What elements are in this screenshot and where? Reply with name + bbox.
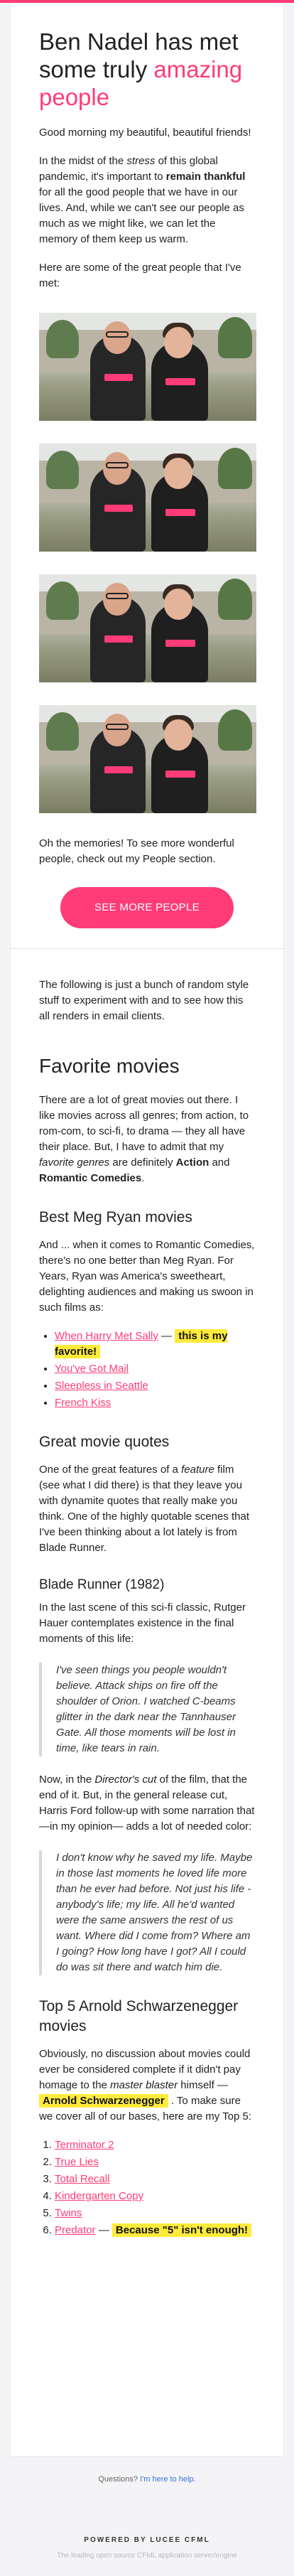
powered-by: POWERED BY LUCEE CFML xyxy=(84,2536,210,2544)
quotes-paragraph: One of the great features of a feature f… xyxy=(39,1464,250,1554)
movie-link[interactable]: True Lies xyxy=(55,2156,99,2168)
outro-paragraph: Oh the memories! To see more wonderful p… xyxy=(39,837,234,865)
list-item: Twins xyxy=(55,2206,255,2221)
list-item: True Lies xyxy=(55,2154,255,2170)
movie-link[interactable]: Sleepless in Seattle xyxy=(55,1380,148,1392)
list-item: You've Got Mail xyxy=(55,1361,255,1377)
help-footer: Questions? I'm here to help. xyxy=(98,2475,196,2484)
movies-paragraph: There are a lot of great movies out ther… xyxy=(39,1094,249,1184)
movie-link[interactable]: Twins xyxy=(55,2207,82,2219)
movie-link[interactable]: Predator xyxy=(55,2224,96,2236)
people-photo xyxy=(39,705,256,813)
movie-link[interactable]: You've Got Mail xyxy=(55,1363,129,1375)
list-item: When Harry Met Sally — this is my favori… xyxy=(55,1329,255,1360)
list-item: Total Recall xyxy=(55,2172,255,2187)
movie-link[interactable]: Kindergarten Copy xyxy=(55,2190,143,2202)
list-item: Kindergarten Copy xyxy=(55,2189,255,2204)
help-link[interactable]: I'm here to help. xyxy=(140,2475,196,2484)
email-card: Ben Nadel has met some truly amazing peo… xyxy=(10,3,284,2457)
arnold-highlight: Arnold Schwarzenegger xyxy=(39,2094,168,2108)
page-title: Ben Nadel has met some truly amazing peo… xyxy=(39,28,255,111)
people-photo xyxy=(39,444,256,552)
movie-link[interactable]: French Kiss xyxy=(55,1397,111,1409)
movie-quotes-heading: Great movie quotes xyxy=(39,1434,170,1450)
favorite-movies-heading: Favorite movies xyxy=(39,1055,180,1077)
greeting: Good morning my beautiful, beautiful fri… xyxy=(39,127,251,139)
movie-link[interactable]: Total Recall xyxy=(55,2173,110,2185)
blade-runner-paragraph: In the last scene of this sci-fi classic… xyxy=(39,1601,246,1645)
see-more-people-button[interactable]: SEE MORE PEOPLE xyxy=(60,887,234,928)
blade-runner-heading: Blade Runner (1982) xyxy=(39,1577,165,1592)
divider xyxy=(11,948,283,949)
people-intro: Here are some of the great people that I… xyxy=(39,262,241,289)
list-item: Predator — Because "5" isn't enough! xyxy=(55,2223,255,2238)
meg-ryan-paragraph: And ... when it comes to Romantic Comedi… xyxy=(39,1239,255,1314)
arnold-list: Terminator 2 True Lies Total Recall Kind… xyxy=(39,2137,255,2238)
people-photo xyxy=(39,574,256,682)
people-photo xyxy=(39,313,256,421)
list-item: Terminator 2 xyxy=(55,2137,255,2153)
meg-ryan-list: When Harry Met Sally — this is my favori… xyxy=(39,1329,255,1411)
narration-quote: I don't know why he saved my life. Maybe… xyxy=(39,1850,255,1975)
list-item: French Kiss xyxy=(55,1395,255,1411)
blade-runner-quote: I've seen things you people wouldn't bel… xyxy=(39,1663,255,1756)
meg-ryan-heading: Best Meg Ryan movies xyxy=(39,1209,192,1225)
style-note: The following is just a bunch of random … xyxy=(39,979,249,1022)
movie-link[interactable]: Terminator 2 xyxy=(55,2139,114,2151)
arnold-heading: Top 5 Arnold Schwarzenegger movies xyxy=(39,1998,239,2034)
tagline: The leading open source CFML application… xyxy=(57,2552,237,2560)
arnold-paragraph: Obviously, no discussion about movies co… xyxy=(39,2048,252,2122)
predator-badge: Because "5" isn't enough! xyxy=(111,2223,252,2237)
intro-paragraph: In the midst of the stress of this globa… xyxy=(39,155,246,245)
movie-link[interactable]: When Harry Met Sally xyxy=(55,1330,158,1342)
list-item: Sleepless in Seattle xyxy=(55,1378,255,1394)
directors-cut-paragraph: Now, in the Director's cut of the film, … xyxy=(39,1773,255,1832)
